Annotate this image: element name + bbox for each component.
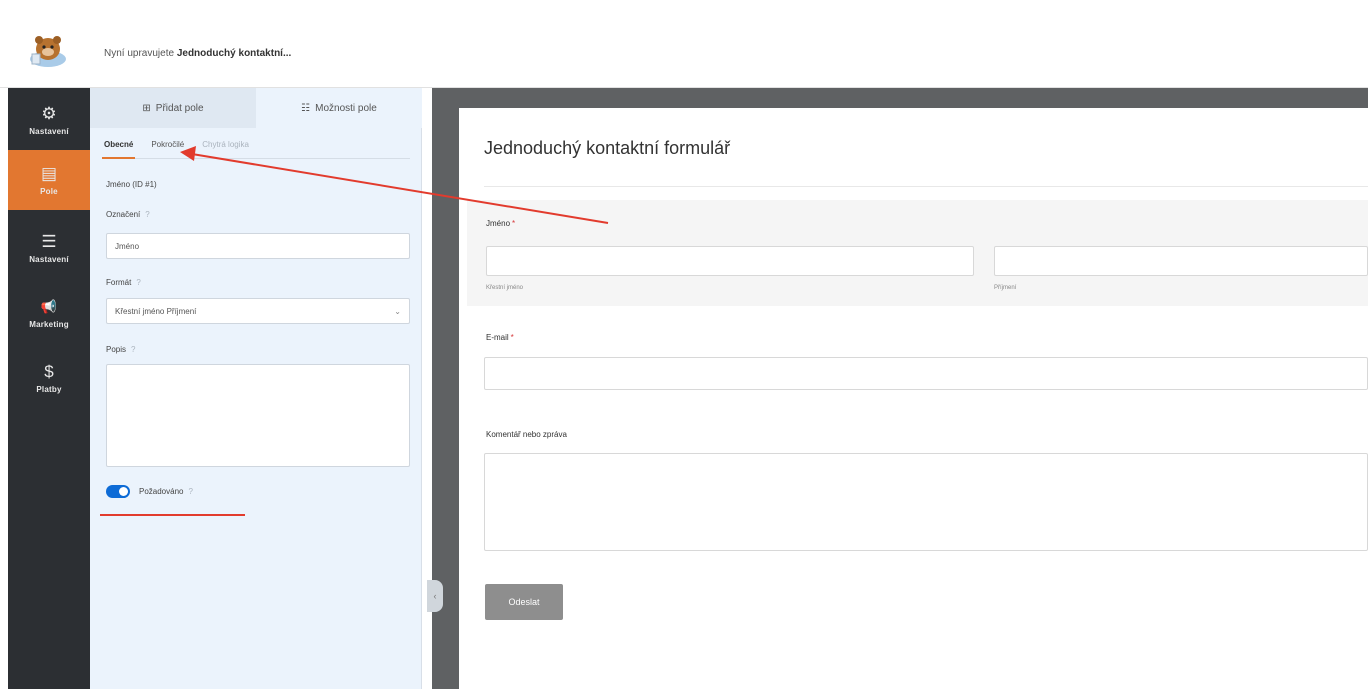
- annotation-arrow: [180, 146, 609, 224]
